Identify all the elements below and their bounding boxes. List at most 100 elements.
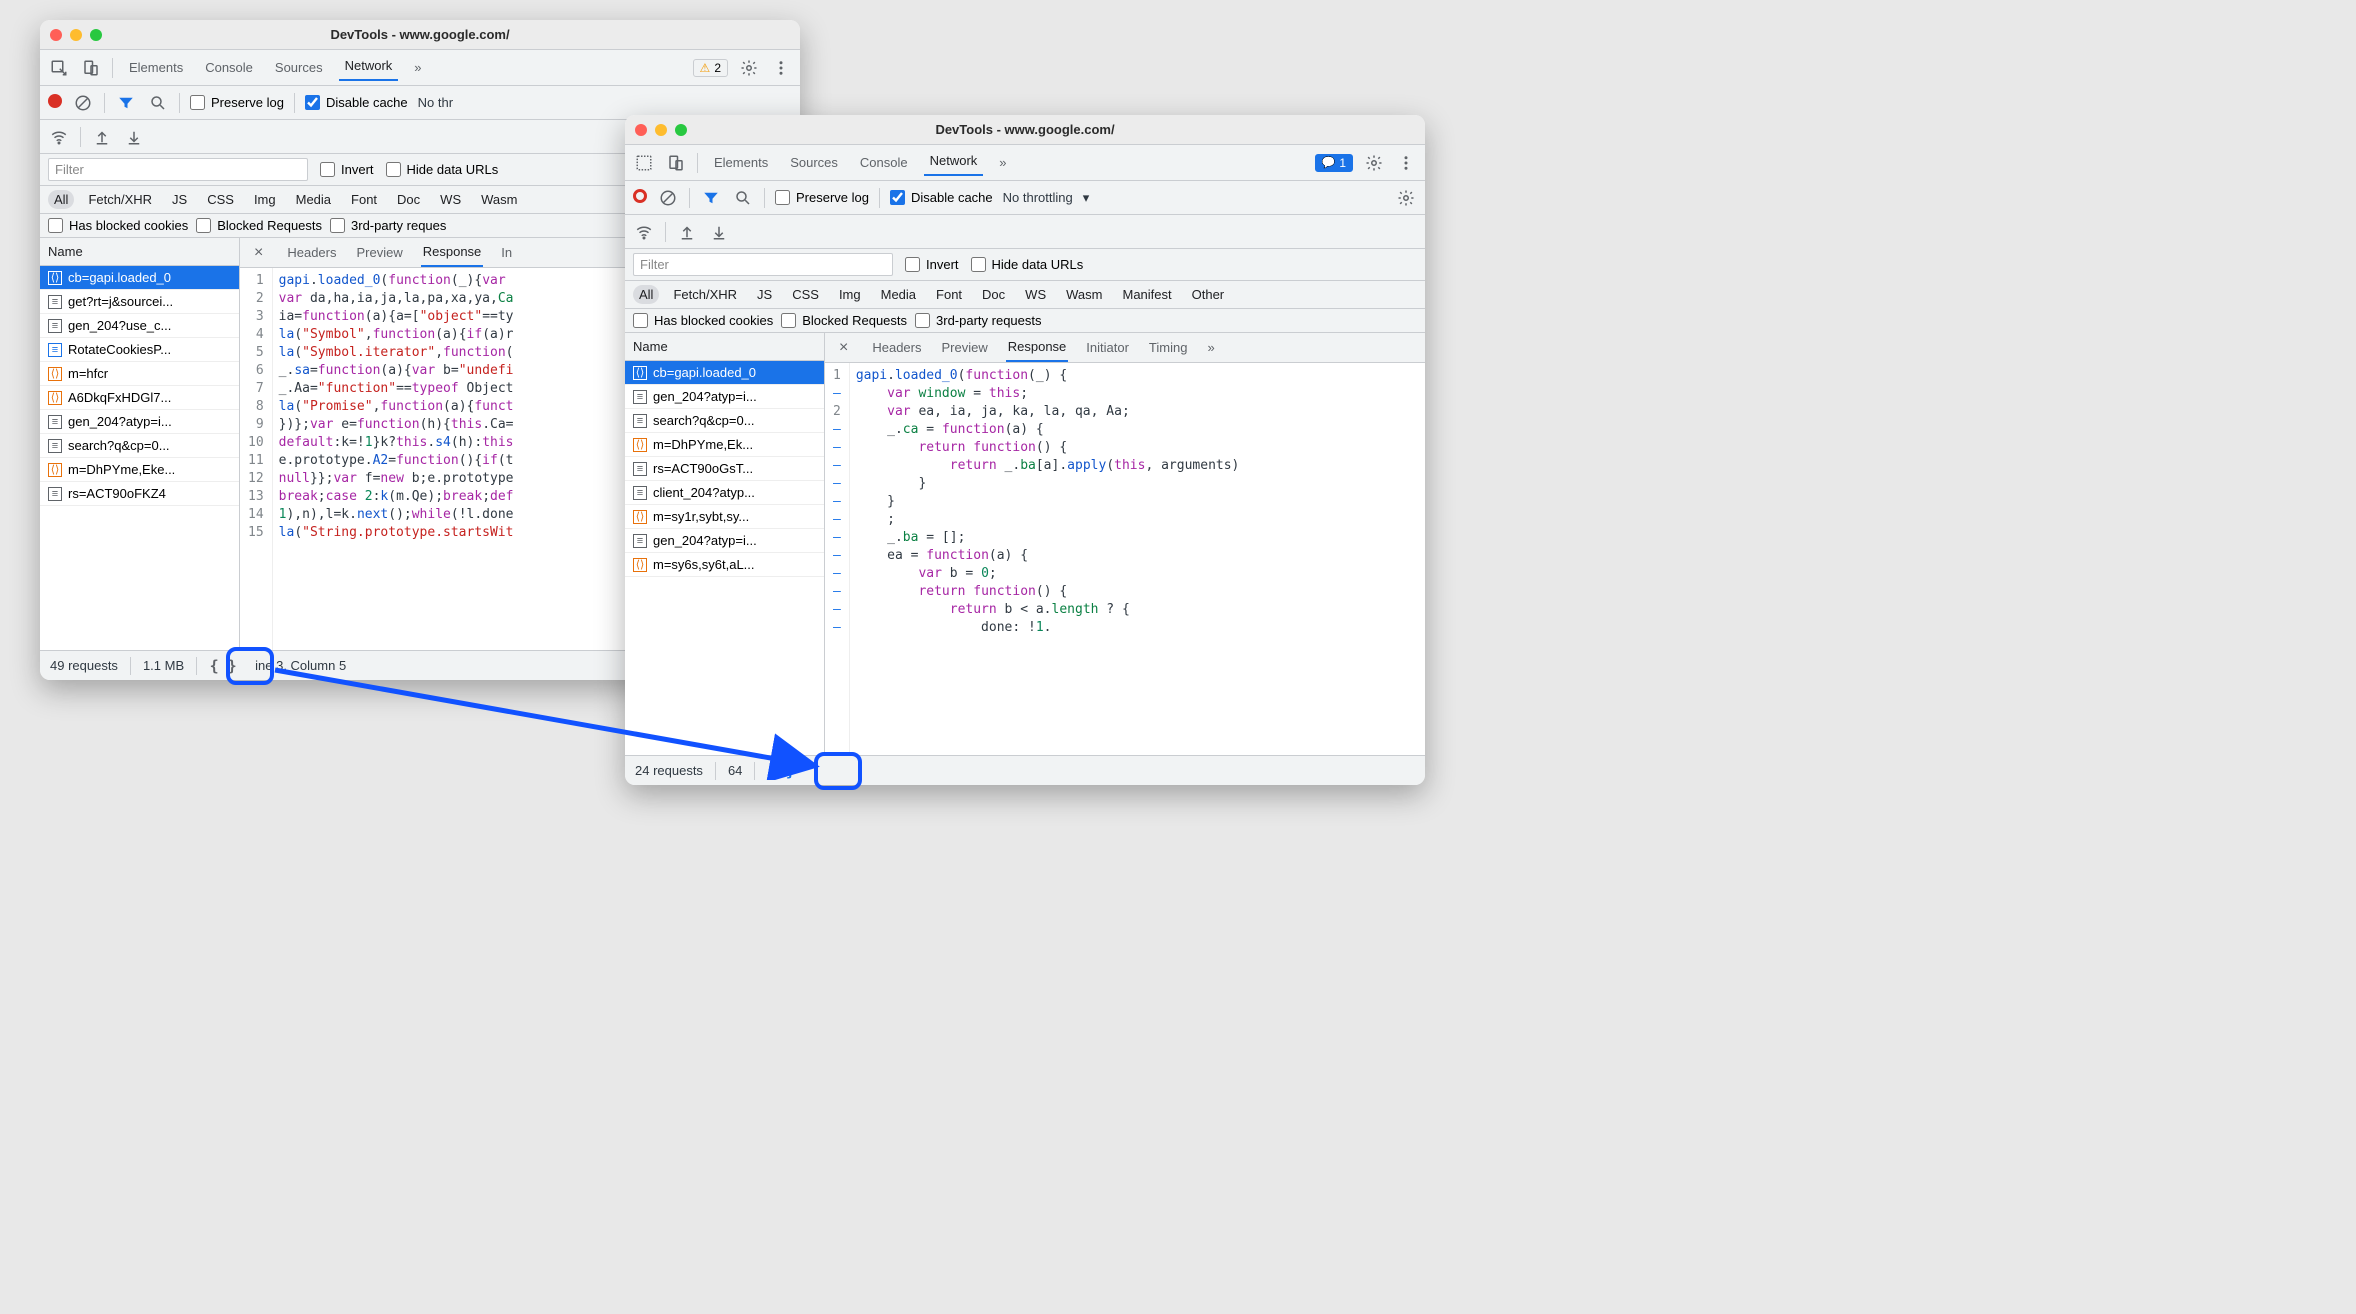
download-icon[interactable]: [123, 126, 145, 148]
kebab-menu-icon[interactable]: [1395, 152, 1417, 174]
request-row[interactable]: ≡client_204?atyp...: [625, 481, 824, 505]
type-chip-ws[interactable]: WS: [1019, 285, 1052, 304]
type-chip-img[interactable]: Img: [248, 190, 282, 209]
tab-preview[interactable]: Preview: [939, 334, 989, 361]
request-row[interactable]: ≡get?rt=j&sourcei...: [40, 290, 239, 314]
disable-cache-checkbox[interactable]: Disable cache: [305, 95, 408, 110]
tab-response[interactable]: Response: [421, 238, 484, 267]
network-conditions-icon[interactable]: [633, 221, 655, 243]
type-chip-media[interactable]: Media: [875, 285, 922, 304]
tab-elements[interactable]: Elements: [123, 56, 189, 79]
record-button[interactable]: [48, 94, 62, 111]
request-row[interactable]: ⟨⟩m=DhPYme,Eke...: [40, 458, 239, 482]
download-icon[interactable]: [708, 221, 730, 243]
disable-cache-checkbox[interactable]: Disable cache: [890, 190, 993, 205]
settings-gear-icon[interactable]: [1363, 152, 1385, 174]
kebab-menu-icon[interactable]: [770, 57, 792, 79]
type-chip-css[interactable]: CSS: [786, 285, 825, 304]
request-row[interactable]: ≡search?q&cp=0...: [40, 434, 239, 458]
check-has-blocked-cookies[interactable]: Has blocked cookies: [633, 313, 773, 328]
tab-initiator-trunc[interactable]: In: [499, 239, 514, 266]
search-icon[interactable]: [147, 92, 169, 114]
tab-headers[interactable]: Headers: [285, 239, 338, 266]
request-row[interactable]: ⟨⟩m=sy1r,sybt,sy...: [625, 505, 824, 529]
type-chip-doc[interactable]: Doc: [391, 190, 426, 209]
check-blocked-requests[interactable]: Blocked Requests: [196, 218, 322, 233]
filter-input[interactable]: Filter: [48, 158, 308, 181]
type-chip-fetchxhr[interactable]: Fetch/XHR: [82, 190, 158, 209]
type-chip-all[interactable]: All: [633, 285, 659, 304]
type-chip-doc[interactable]: Doc: [976, 285, 1011, 304]
request-row[interactable]: ⟨⟩m=DhPYme,Ek...: [625, 433, 824, 457]
name-column-header[interactable]: Name: [625, 333, 824, 361]
network-settings-gear-icon[interactable]: [1395, 187, 1417, 209]
tab-console[interactable]: Console: [199, 56, 259, 79]
tabs-more[interactable]: »: [408, 56, 427, 79]
tab-response[interactable]: Response: [1006, 333, 1069, 362]
preserve-log-checkbox[interactable]: Preserve log: [190, 95, 284, 110]
type-chip-media[interactable]: Media: [290, 190, 337, 209]
type-chip-img[interactable]: Img: [833, 285, 867, 304]
request-row[interactable]: ⟨⟩cb=gapi.loaded_0: [40, 266, 239, 290]
preserve-log-checkbox[interactable]: Preserve log: [775, 190, 869, 205]
settings-gear-icon[interactable]: [738, 57, 760, 79]
throttling-select[interactable]: No throttling ▾: [1003, 190, 1090, 206]
invert-checkbox[interactable]: Invert: [320, 162, 374, 177]
inspect-icon[interactable]: [48, 57, 70, 79]
clear-icon[interactable]: [657, 187, 679, 209]
tab-preview[interactable]: Preview: [354, 239, 404, 266]
check-3rd-party-reques[interactable]: 3rd-party reques: [330, 218, 446, 233]
tab-console[interactable]: Console: [854, 151, 914, 174]
request-row[interactable]: ⟨⟩A6DkqFxHDGl7...: [40, 386, 239, 410]
request-row[interactable]: ⟨⟩m=hfcr: [40, 362, 239, 386]
request-row[interactable]: ≡rs=ACT90oGsT...: [625, 457, 824, 481]
type-chip-all[interactable]: All: [48, 190, 74, 209]
tabs-more[interactable]: »: [1205, 334, 1216, 361]
hide-data-urls-checkbox[interactable]: Hide data URLs: [971, 257, 1084, 272]
request-row[interactable]: ≡search?q&cp=0...: [625, 409, 824, 433]
tabs-more[interactable]: »: [993, 151, 1012, 174]
type-chip-manifest[interactable]: Manifest: [1116, 285, 1177, 304]
filter-icon[interactable]: [700, 187, 722, 209]
type-chip-font[interactable]: Font: [345, 190, 383, 209]
check-blocked-requests[interactable]: Blocked Requests: [781, 313, 907, 328]
request-row[interactable]: ≡gen_204?atyp=i...: [625, 529, 824, 553]
request-row[interactable]: ⟨⟩m=sy6s,sy6t,aL...: [625, 553, 824, 577]
inspect-icon[interactable]: [633, 152, 655, 174]
type-chip-js[interactable]: JS: [751, 285, 778, 304]
type-chip-wasm[interactable]: Wasm: [475, 190, 523, 209]
tab-network[interactable]: Network: [339, 54, 399, 81]
type-chip-wasm[interactable]: Wasm: [1060, 285, 1108, 304]
tab-timing[interactable]: Timing: [1147, 334, 1190, 361]
network-conditions-icon[interactable]: [48, 126, 70, 148]
type-chip-css[interactable]: CSS: [201, 190, 240, 209]
request-row[interactable]: ≡gen_204?atyp=i...: [625, 385, 824, 409]
hide-data-urls-checkbox[interactable]: Hide data URLs: [386, 162, 499, 177]
warnings-badge[interactable]: 2: [693, 59, 728, 77]
search-icon[interactable]: [732, 187, 754, 209]
filter-input[interactable]: Filter: [633, 253, 893, 276]
tab-network[interactable]: Network: [924, 149, 984, 176]
name-column-header[interactable]: Name: [40, 238, 239, 266]
issues-badge[interactable]: 1: [1315, 154, 1353, 172]
request-row[interactable]: ≡gen_204?atyp=i...: [40, 410, 239, 434]
clear-icon[interactable]: [72, 92, 94, 114]
tab-initiator[interactable]: Initiator: [1084, 334, 1131, 361]
pretty-print-button[interactable]: { }: [767, 759, 795, 783]
record-button[interactable]: [633, 189, 647, 206]
close-detail-icon[interactable]: ×: [833, 339, 854, 357]
check-has-blocked-cookies[interactable]: Has blocked cookies: [48, 218, 188, 233]
request-row[interactable]: ≡RotateCookiesP...: [40, 338, 239, 362]
upload-icon[interactable]: [91, 126, 113, 148]
check-3rd-party-requests[interactable]: 3rd-party requests: [915, 313, 1042, 328]
tab-sources[interactable]: Sources: [784, 151, 844, 174]
close-detail-icon[interactable]: ×: [248, 244, 269, 262]
type-chip-fetchxhr[interactable]: Fetch/XHR: [667, 285, 743, 304]
pretty-print-button[interactable]: { }: [209, 654, 237, 678]
device-icon[interactable]: [80, 57, 102, 79]
tab-headers[interactable]: Headers: [870, 334, 923, 361]
filter-icon[interactable]: [115, 92, 137, 114]
type-chip-font[interactable]: Font: [930, 285, 968, 304]
upload-icon[interactable]: [676, 221, 698, 243]
request-row[interactable]: ≡gen_204?use_c...: [40, 314, 239, 338]
